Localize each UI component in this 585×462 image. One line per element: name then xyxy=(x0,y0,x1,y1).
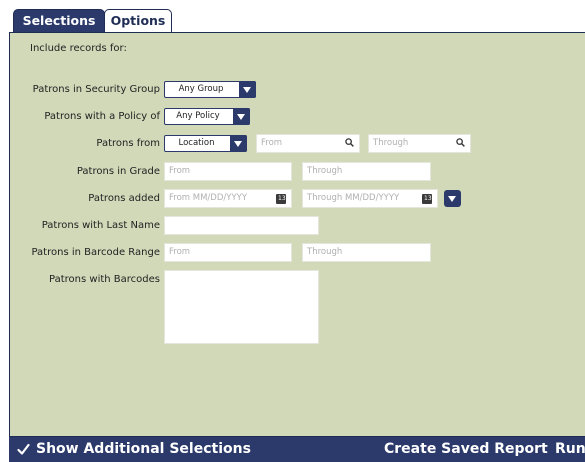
barcodes-label: Patrons with Barcodes xyxy=(49,274,160,285)
security-group-select[interactable]: Any Group xyxy=(164,81,256,98)
from-location-input[interactable]: From xyxy=(256,134,360,153)
from-placeholder: From xyxy=(261,138,283,148)
policy-label: Patrons with a Policy of xyxy=(44,111,160,122)
search-icon[interactable] xyxy=(345,138,354,147)
grade-through-input[interactable]: Through xyxy=(302,162,431,181)
location-select[interactable]: Location xyxy=(164,135,247,152)
grade-from-placeholder: From xyxy=(169,166,191,176)
tab-selections[interactable]: Selections xyxy=(13,9,105,32)
through-location-input[interactable]: Through xyxy=(368,134,471,153)
footer-bar: Show Additional Selections Create Saved … xyxy=(9,437,585,462)
security-group-label: Patrons in Security Group xyxy=(32,84,160,95)
calendar-icon[interactable]: 13 xyxy=(276,194,286,204)
last-name-input[interactable] xyxy=(164,216,319,235)
policy-value: Any Policy xyxy=(176,111,220,121)
added-through-input[interactable]: Through MM/DD/YYYY 13 xyxy=(302,189,438,208)
date-options-dropdown[interactable] xyxy=(444,190,461,207)
barcode-from-placeholder: From xyxy=(169,247,191,257)
grade-label: Patrons in Grade xyxy=(76,166,160,177)
last-name-label: Patrons with Last Name xyxy=(41,220,160,231)
calendar-icon[interactable]: 13 xyxy=(422,194,432,204)
search-icon[interactable] xyxy=(456,138,465,147)
tab-options[interactable]: Options xyxy=(104,9,172,32)
run-button[interactable]: Run xyxy=(555,437,585,462)
calendar-day: 13 xyxy=(424,195,432,202)
selections-panel: Include records for: Patrons in Security… xyxy=(9,32,585,437)
policy-select[interactable]: Any Policy xyxy=(164,108,250,125)
through-placeholder: Through xyxy=(373,138,409,148)
grade-through-placeholder: Through xyxy=(307,166,343,176)
added-label: Patrons added xyxy=(88,193,160,204)
barcode-through-placeholder: Through xyxy=(307,247,343,257)
create-saved-report-button[interactable]: Create Saved Report xyxy=(384,437,548,462)
show-additional-selections[interactable]: Show Additional Selections xyxy=(36,437,251,462)
barcode-from-input[interactable]: From xyxy=(164,243,292,262)
include-records-label: Include records for: xyxy=(30,43,127,54)
location-value: Location xyxy=(178,138,215,148)
checkbox-check-icon[interactable] xyxy=(17,443,30,456)
patrons-from-label: Patrons from xyxy=(96,138,160,149)
chevron-down-icon[interactable] xyxy=(230,135,247,152)
tab-bar: Selections Options xyxy=(0,0,585,32)
chevron-down-icon[interactable] xyxy=(239,81,256,98)
added-from-placeholder: From MM/DD/YYYY xyxy=(169,193,248,203)
security-group-value: Any Group xyxy=(178,84,224,94)
calendar-day: 13 xyxy=(278,195,286,202)
barcode-range-label: Patrons in Barcode Range xyxy=(31,247,160,258)
barcodes-textarea[interactable] xyxy=(164,270,319,344)
grade-from-input[interactable]: From xyxy=(164,162,292,181)
added-through-placeholder: Through MM/DD/YYYY xyxy=(307,193,400,203)
added-from-input[interactable]: From MM/DD/YYYY 13 xyxy=(164,189,292,208)
barcode-through-input[interactable]: Through xyxy=(302,243,431,262)
chevron-down-icon[interactable] xyxy=(233,108,250,125)
